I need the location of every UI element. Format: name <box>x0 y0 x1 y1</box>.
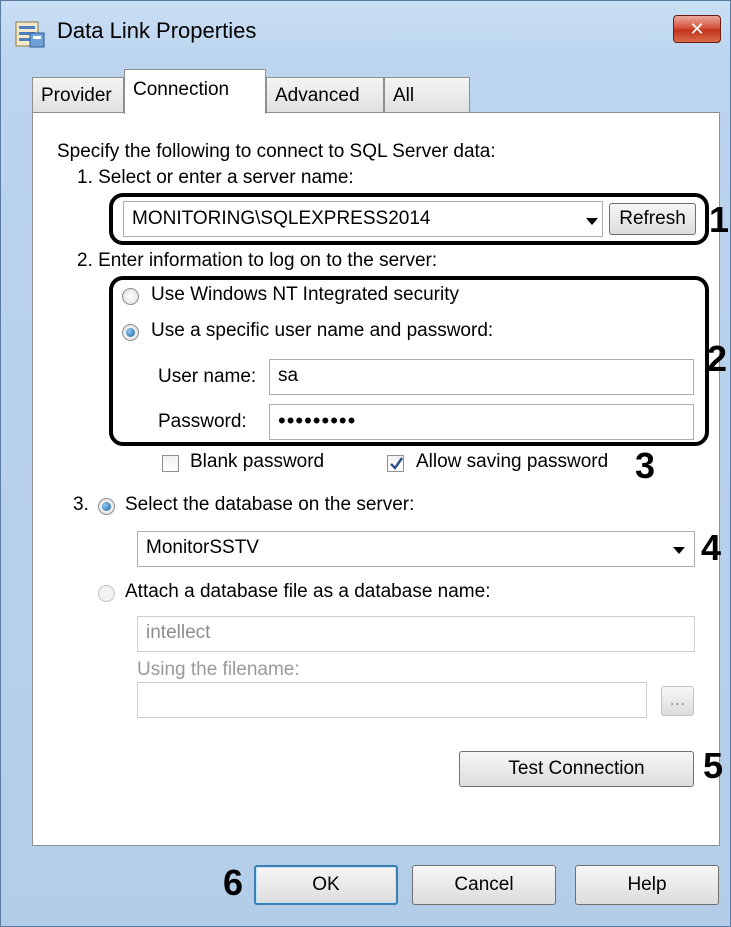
ok-button[interactable]: OK <box>254 865 398 905</box>
attach-database-name-value: intellect <box>146 622 211 643</box>
annotation-number-2: 2 <box>707 338 728 379</box>
database-combobox[interactable]: MonitorSSTV <box>137 531 695 567</box>
select-database-label: Select the database on the server: <box>125 494 415 515</box>
help-button-label: Help <box>627 874 667 895</box>
annotation-box-credentials <box>109 276 709 446</box>
cancel-button-label: Cancel <box>454 874 514 895</box>
blank-password-label: Blank password <box>190 451 325 472</box>
chevron-down-icon[interactable] <box>673 547 685 554</box>
data-link-icon <box>14 19 48 51</box>
browse-button[interactable]: ... <box>661 686 694 716</box>
tab-advanced-label: Advanced <box>275 85 360 106</box>
tab-provider-label: Provider <box>41 85 112 106</box>
window-title: Data Link Properties <box>57 18 257 43</box>
annotation-number-6: 6 <box>223 862 244 903</box>
help-button[interactable]: Help <box>575 865 719 905</box>
step3-prefix: 3. <box>73 494 89 515</box>
filename-input[interactable] <box>137 682 647 718</box>
attach-database-label: Attach a database file as a database nam… <box>125 581 491 602</box>
close-icon: ✕ <box>689 19 705 39</box>
annotation-number-5: 5 <box>703 745 724 786</box>
checkmark-icon <box>390 457 403 470</box>
intro-text: Specify the following to connect to SQL … <box>57 141 496 162</box>
attach-database-radio[interactable] <box>98 585 115 602</box>
tab-all-label: All <box>393 85 415 106</box>
test-connection-button[interactable]: Test Connection <box>459 751 694 787</box>
attach-database-name-input[interactable]: intellect <box>137 616 695 652</box>
tab-provider[interactable]: Provider <box>32 77 124 113</box>
step1-label: 1. Select or enter a server name: <box>77 167 354 188</box>
ok-button-label: OK <box>312 874 340 895</box>
annotation-box-server <box>109 193 709 245</box>
allow-saving-checkbox[interactable] <box>387 455 404 472</box>
close-button[interactable]: ✕ <box>673 15 721 43</box>
browse-button-label: ... <box>669 689 686 710</box>
cancel-button[interactable]: Cancel <box>412 865 556 905</box>
annotation-number-3: 3 <box>635 445 656 486</box>
tab-connection[interactable]: Connection <box>124 69 266 114</box>
annotation-number-1: 1 <box>709 199 730 240</box>
title-bar: Data Link Properties ✕ <box>1 1 730 65</box>
select-database-radio[interactable] <box>98 498 115 515</box>
tab-connection-label: Connection <box>133 79 230 100</box>
test-connection-button-label: Test Connection <box>508 758 645 779</box>
data-link-properties-window: Data Link Properties ✕ Provider Connecti… <box>0 0 731 927</box>
using-filename-label: Using the filename: <box>137 659 300 680</box>
blank-password-checkbox[interactable] <box>162 455 179 472</box>
database-value: MonitorSSTV <box>146 537 259 558</box>
allow-saving-label: Allow saving password <box>416 451 609 472</box>
tab-advanced[interactable]: Advanced <box>266 77 384 113</box>
tab-all[interactable]: All <box>384 77 470 113</box>
step2-label: 2. Enter information to log on to the se… <box>77 250 438 271</box>
annotation-number-4: 4 <box>701 527 722 568</box>
